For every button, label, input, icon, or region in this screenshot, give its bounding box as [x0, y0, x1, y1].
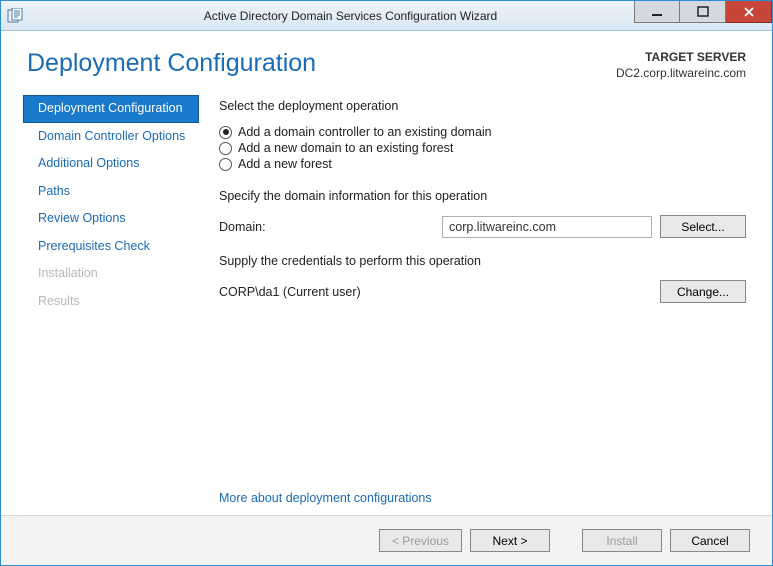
nav-item-2[interactable]: Additional Options — [23, 150, 199, 178]
credentials-section-label: Supply the credentials to perform this o… — [219, 254, 746, 268]
domain-input[interactable] — [442, 216, 652, 238]
operation-radio-1[interactable]: Add a new domain to an existing forest — [219, 141, 746, 155]
credentials-value: CORP\da1 (Current user) — [219, 285, 660, 299]
body-row: Deployment ConfigurationDomain Controlle… — [1, 91, 772, 515]
cancel-button[interactable]: Cancel — [670, 529, 750, 552]
install-button[interactable]: Install — [582, 529, 662, 552]
page-title: Deployment Configuration — [27, 49, 616, 78]
client-area: Deployment Configuration TARGET SERVER D… — [1, 31, 772, 565]
nav-item-0[interactable]: Deployment Configuration — [23, 95, 199, 123]
header-row: Deployment Configuration TARGET SERVER D… — [1, 31, 772, 91]
maximize-button[interactable] — [680, 1, 726, 23]
radio-indicator-icon — [219, 158, 232, 171]
select-domain-button[interactable]: Select... — [660, 215, 746, 238]
domain-row: Domain: Select... — [219, 215, 746, 238]
nav-item-3[interactable]: Paths — [23, 178, 199, 206]
title-bar: Active Directory Domain Services Configu… — [1, 1, 772, 31]
more-info-link[interactable]: More about deployment configurations — [219, 491, 746, 505]
radio-label: Add a new domain to an existing forest — [238, 141, 453, 155]
radio-indicator-icon — [219, 126, 232, 139]
operation-label: Select the deployment operation — [219, 99, 746, 113]
system-icon — [1, 8, 29, 24]
main-panel: Select the deployment operation Add a do… — [201, 91, 746, 515]
operation-radio-0[interactable]: Add a domain controller to an existing d… — [219, 125, 746, 139]
nav-item-6: Installation — [23, 260, 199, 288]
nav-item-4[interactable]: Review Options — [23, 205, 199, 233]
domain-field-label: Domain: — [219, 220, 434, 234]
nav-item-1[interactable]: Domain Controller Options — [23, 123, 199, 151]
close-button[interactable] — [726, 1, 772, 23]
operation-radio-group: Add a domain controller to an existing d… — [219, 123, 746, 173]
nav-item-5[interactable]: Prerequisites Check — [23, 233, 199, 261]
footer: < Previous Next > Install Cancel — [1, 515, 772, 565]
wizard-window: Active Directory Domain Services Configu… — [0, 0, 773, 566]
nav-item-7: Results — [23, 288, 199, 316]
wizard-nav: Deployment ConfigurationDomain Controlle… — [1, 91, 201, 515]
operation-radio-2[interactable]: Add a new forest — [219, 157, 746, 171]
radio-indicator-icon — [219, 142, 232, 155]
credentials-row: CORP\da1 (Current user) Change... — [219, 280, 746, 303]
target-server-block: TARGET SERVER DC2.corp.litwareinc.com — [616, 49, 746, 81]
window-controls — [634, 1, 772, 23]
target-server-label: TARGET SERVER — [616, 49, 746, 65]
change-credentials-button[interactable]: Change... — [660, 280, 746, 303]
radio-label: Add a new forest — [238, 157, 332, 171]
domain-section-label: Specify the domain information for this … — [219, 189, 746, 203]
radio-label: Add a domain controller to an existing d… — [238, 125, 492, 139]
next-button[interactable]: Next > — [470, 529, 550, 552]
minimize-button[interactable] — [634, 1, 680, 23]
previous-button[interactable]: < Previous — [379, 529, 462, 552]
target-server-value: DC2.corp.litwareinc.com — [616, 65, 746, 81]
